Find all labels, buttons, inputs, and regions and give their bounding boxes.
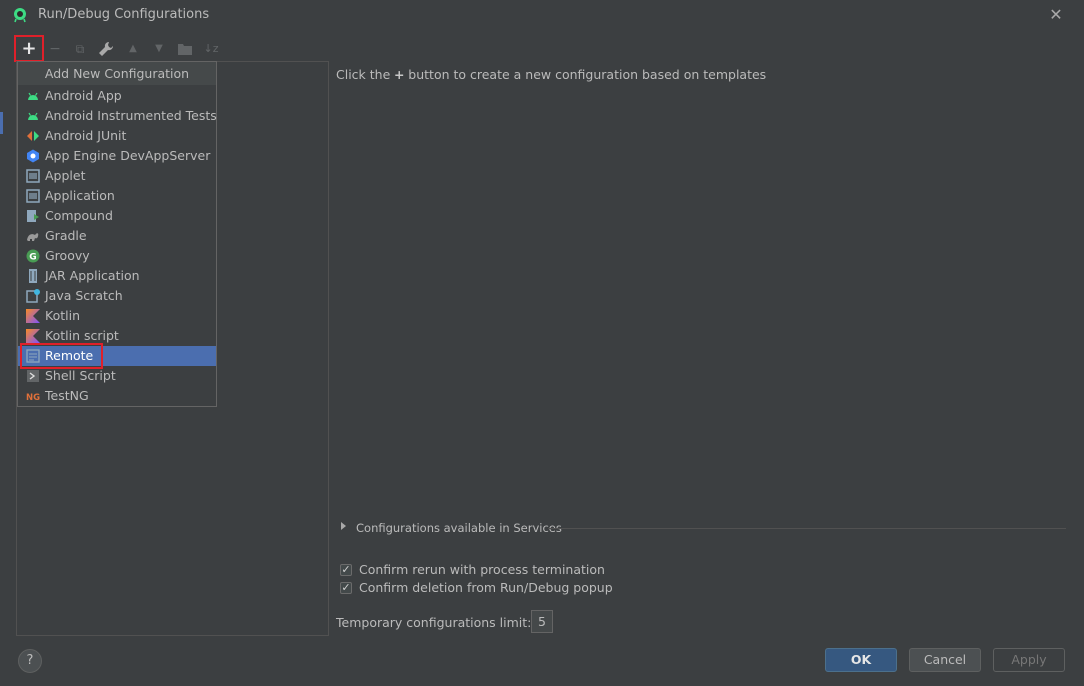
app-engine-icon: [26, 149, 40, 163]
applet-icon: [26, 169, 40, 183]
config-type-label: Android JUnit: [45, 128, 127, 143]
config-type-label: Java Scratch: [45, 288, 123, 303]
config-type-label: JAR Application: [45, 268, 140, 283]
confirm-rerun-label[interactable]: Confirm rerun with process termination: [359, 562, 605, 577]
temporary-limit-input[interactable]: 5: [531, 610, 553, 633]
add-button-highlight: [14, 35, 44, 62]
kotlin-script-icon: [26, 329, 40, 343]
kotlin-icon: [26, 309, 40, 323]
hint-text-before: Click the: [336, 67, 391, 82]
remove-configuration-button[interactable]: −: [45, 40, 65, 58]
apply-button[interactable]: Apply: [993, 648, 1065, 672]
config-type-label: Android App: [45, 88, 122, 103]
cancel-button[interactable]: Cancel: [909, 648, 981, 672]
config-type-label: Android Instrumented Tests: [45, 108, 217, 123]
config-type-android-instrumented-tests[interactable]: Android Instrumented Tests: [18, 106, 217, 126]
plus-icon: +: [394, 67, 405, 82]
config-type-label: Compound: [45, 208, 113, 223]
config-type-application[interactable]: Application: [18, 186, 216, 206]
sort-button[interactable]: ↓z: [201, 40, 221, 58]
config-type-label: Shell Script: [45, 368, 116, 383]
svg-text:G: G: [29, 253, 36, 263]
config-type-gradle[interactable]: Gradle: [18, 226, 216, 246]
confirm-rerun-checkbox[interactable]: ✓: [340, 564, 352, 576]
config-type-android-junit[interactable]: Android JUnit: [18, 126, 216, 146]
android-icon: [26, 89, 40, 103]
window-title: Run/Debug Configurations: [38, 7, 210, 22]
testng-icon: NG: [26, 389, 40, 403]
config-type-applet[interactable]: Applet: [18, 166, 216, 186]
help-button[interactable]: ?: [18, 649, 42, 673]
remote-item-highlight: [20, 343, 103, 369]
groovy-icon: G: [26, 249, 40, 263]
application-icon: [26, 189, 40, 203]
temporary-limit-label: Temporary configurations limit:: [336, 615, 532, 630]
gradle-icon: [26, 229, 40, 243]
config-type-shell-script[interactable]: Shell Script: [18, 366, 216, 386]
config-type-label: Kotlin: [45, 308, 80, 323]
config-type-label: TestNG: [45, 388, 89, 403]
confirm-deletion-checkbox[interactable]: ✓: [340, 582, 352, 594]
config-type-label: Application: [45, 188, 115, 203]
wrench-icon[interactable]: [98, 41, 114, 57]
config-type-label: Gradle: [45, 228, 87, 243]
config-type-label: App Engine DevAppServer: [45, 148, 211, 163]
config-type-app-engine-devappserver[interactable]: App Engine DevAppServer: [18, 146, 216, 166]
android-studio-icon: [14, 8, 26, 23]
config-type-compound[interactable]: Compound: [18, 206, 216, 226]
ok-button[interactable]: OK: [825, 648, 897, 672]
config-type-java-scratch[interactable]: Java Scratch: [18, 286, 216, 306]
shell-script-icon: [26, 369, 40, 383]
junit-icon: [26, 129, 40, 143]
hint-text-after: button to create a new configuration bas…: [408, 67, 767, 82]
folder-icon[interactable]: [177, 42, 193, 56]
svg-text:NG: NG: [26, 393, 40, 403]
config-type-label: Applet: [45, 168, 86, 183]
jar-icon: [26, 269, 40, 283]
java-scratch-icon: [26, 289, 40, 303]
background-window-edge: [0, 112, 3, 134]
empty-state-hint: Click the + button to create a new configu…: [336, 67, 766, 82]
close-icon[interactable]: ✕: [1046, 5, 1066, 25]
confirm-deletion-label[interactable]: Confirm deletion from Run/Debug popup: [359, 580, 613, 595]
android-test-icon: [26, 109, 40, 123]
config-type-label: Groovy: [45, 248, 90, 263]
config-type-testng[interactable]: NG TestNG: [18, 386, 216, 406]
expand-arrow-icon[interactable]: [341, 522, 346, 530]
move-up-button[interactable]: ▲: [123, 40, 143, 58]
move-down-button[interactable]: ▼: [149, 40, 169, 58]
config-type-jar-application[interactable]: JAR Application: [18, 266, 216, 286]
services-section-toggle[interactable]: Configurations available in Services: [356, 521, 562, 535]
config-type-groovy[interactable]: G Groovy: [18, 246, 216, 266]
separator: [548, 528, 1066, 529]
copy-configuration-button[interactable]: ⧉: [70, 40, 90, 58]
config-type-android-app[interactable]: Android App: [18, 86, 216, 106]
config-type-kotlin[interactable]: Kotlin: [18, 306, 216, 326]
popup-header: Add New Configuration: [18, 62, 216, 85]
compound-icon: [26, 209, 40, 223]
